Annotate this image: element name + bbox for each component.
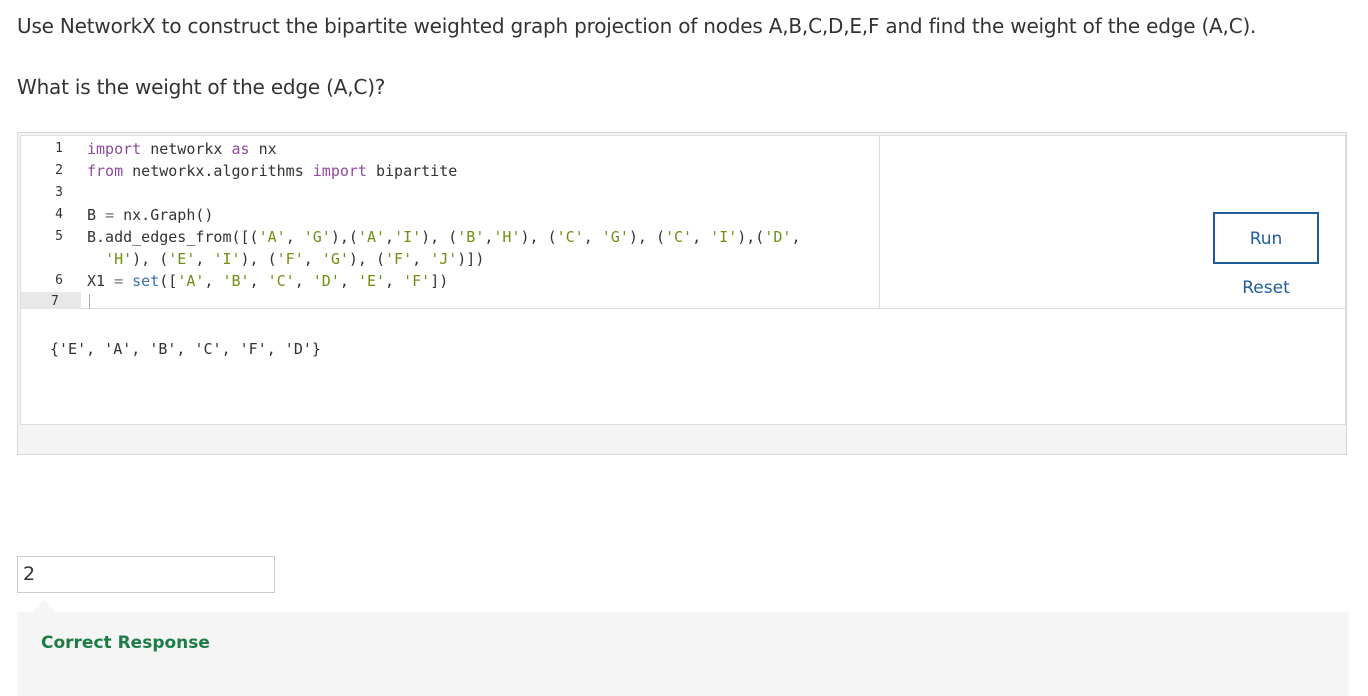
code-token: , xyxy=(249,272,268,290)
code-token: )]) xyxy=(457,250,485,268)
code-input[interactable]: import networkx as nx from networkx.algo… xyxy=(87,136,880,310)
code-token: 'F' xyxy=(385,250,413,268)
line-number: 4 xyxy=(55,207,63,222)
code-token: , xyxy=(583,228,602,246)
code-token: 'A' xyxy=(258,228,286,246)
line-number: 2 xyxy=(55,163,63,178)
code-token: B.add_edges_from([( xyxy=(87,228,259,246)
code-token: ([ xyxy=(159,272,178,290)
code-token: ), ( xyxy=(348,250,386,268)
reset-link[interactable]: Reset xyxy=(1213,276,1319,300)
code-token: networkx xyxy=(141,140,232,158)
code-token: ), ( xyxy=(132,250,169,268)
code-token: 'G' xyxy=(601,228,629,246)
code-token: ), ( xyxy=(240,250,277,268)
code-token: 'D' xyxy=(312,272,340,290)
run-button[interactable]: Run xyxy=(1213,212,1319,264)
code-token: , xyxy=(385,228,395,246)
code-token: , xyxy=(339,272,358,290)
code-token: = xyxy=(114,272,124,290)
code-token: 'F' xyxy=(403,272,431,290)
code-token: 'C' xyxy=(665,228,693,246)
code-token: import xyxy=(87,140,142,158)
code-token: 'B' xyxy=(222,272,250,290)
output-panel: {'E', 'A', 'B', 'C', 'F', 'D'} xyxy=(20,309,1346,425)
code-token: 'I' xyxy=(710,228,738,246)
code-line: from networkx.algorithms import bipartit… xyxy=(87,160,457,182)
code-token: 'G' xyxy=(303,228,331,246)
code-token: 'A' xyxy=(357,228,386,246)
feedback-panel: Correct Response xyxy=(17,612,1349,696)
code-token: from xyxy=(87,162,124,180)
code-token: 'C' xyxy=(556,228,584,246)
code-token: ), ( xyxy=(520,228,557,246)
code-token: nx.Graph() xyxy=(114,206,214,224)
code-token: 'I' xyxy=(213,250,241,268)
code-token: 'B' xyxy=(457,228,485,246)
code-token: , xyxy=(303,250,322,268)
code-token: 'C' xyxy=(267,272,295,290)
code-token: 'D' xyxy=(764,228,792,246)
code-token: as xyxy=(231,140,250,158)
code-token: , xyxy=(195,250,214,268)
code-token: 'E' xyxy=(357,272,386,290)
code-widget: 1 2 3 4 5 6 7 import networkx as nx from… xyxy=(17,132,1347,455)
code-token: ), ( xyxy=(628,228,665,246)
code-token: 'J' xyxy=(430,250,458,268)
code-token: , xyxy=(412,250,431,268)
code-token: 'I' xyxy=(394,228,422,246)
code-token: X1 xyxy=(87,272,115,290)
feedback-text: Correct Response xyxy=(41,633,210,653)
line-number: 1 xyxy=(55,141,63,156)
code-token: 'E' xyxy=(168,250,196,268)
code-token: 'G' xyxy=(321,250,349,268)
code-editor-area: 1 2 3 4 5 6 7 import networkx as nx from… xyxy=(20,135,1346,312)
line-number: 3 xyxy=(55,185,63,200)
code-token: , xyxy=(692,228,711,246)
code-token: B xyxy=(87,206,106,224)
code-line: B = nx.Graph() xyxy=(87,204,213,226)
code-token: , xyxy=(294,272,313,290)
code-line: import networkx as nx xyxy=(87,138,277,160)
code-token: , xyxy=(285,228,304,246)
code-line: 'H'), ('E', 'I'), ('F', 'G'), ('F', 'J')… xyxy=(87,248,484,270)
code-token: , xyxy=(791,228,801,246)
code-token: = xyxy=(105,206,115,224)
code-token: ),( xyxy=(330,228,358,246)
code-line: B.add_edges_from([('A', 'G'),('A','I'), … xyxy=(87,226,800,248)
code-token: bipartite xyxy=(366,162,458,180)
text-cursor xyxy=(89,294,90,310)
code-token: 'F' xyxy=(276,250,304,268)
output-text: {'E', 'A', 'B', 'C', 'F', 'D'} xyxy=(50,340,321,358)
line-number: 6 xyxy=(55,273,63,288)
question-prompt: What is the weight of the edge (A,C)? xyxy=(17,75,386,99)
code-token: nx xyxy=(249,140,277,158)
answer-input[interactable]: 2 xyxy=(17,556,275,593)
code-token: , xyxy=(385,272,404,290)
code-token: ), ( xyxy=(421,228,458,246)
code-token: set xyxy=(132,272,160,290)
code-line: X1 = set(['A', 'B', 'C', 'D', 'E', 'F']) xyxy=(87,270,448,292)
code-token: , xyxy=(204,272,223,290)
code-token: networkx.algorithms xyxy=(123,162,313,180)
code-token: ),( xyxy=(737,228,765,246)
code-token: 'A' xyxy=(177,272,205,290)
code-token: 'H' xyxy=(105,250,133,268)
feedback-pointer xyxy=(32,600,56,612)
question-text: Use NetworkX to construct the bipartite … xyxy=(17,14,1257,38)
code-token: ]) xyxy=(430,272,449,290)
line-number: 5 xyxy=(55,229,63,244)
line-number-gutter: 1 2 3 4 5 6 7 xyxy=(21,136,81,312)
code-token: import xyxy=(312,162,367,180)
code-token: 'H' xyxy=(493,228,521,246)
